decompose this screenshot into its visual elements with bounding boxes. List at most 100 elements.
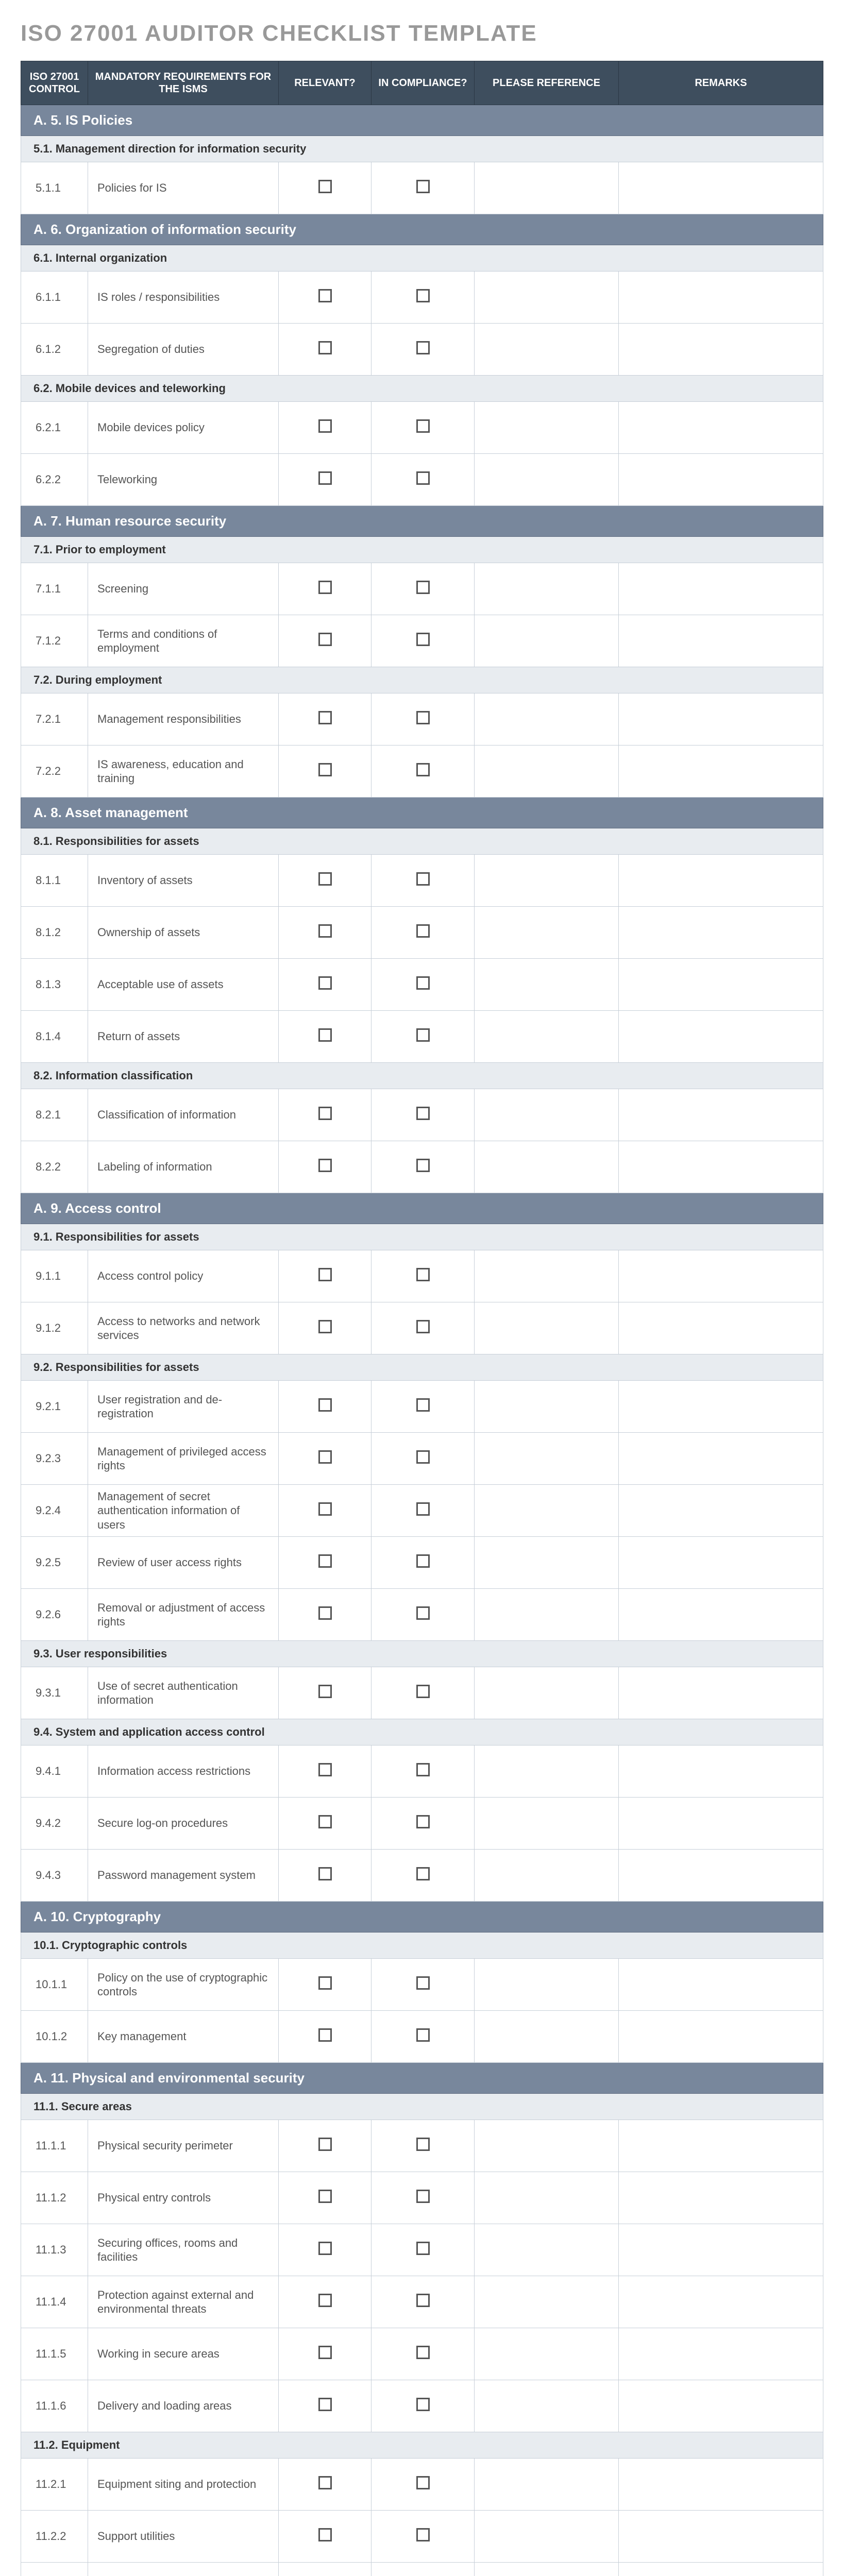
reference-cell[interactable] xyxy=(475,1589,619,1641)
relevant-checkbox[interactable] xyxy=(318,872,332,886)
remarks-cell[interactable] xyxy=(619,1537,823,1589)
compliance-checkbox[interactable] xyxy=(416,872,430,886)
relevant-checkbox[interactable] xyxy=(318,924,332,938)
remarks-cell[interactable] xyxy=(619,745,823,798)
compliance-checkbox[interactable] xyxy=(416,1398,430,1412)
compliance-checkbox[interactable] xyxy=(416,1028,430,1042)
compliance-checkbox[interactable] xyxy=(416,2028,430,2042)
remarks-cell[interactable] xyxy=(619,1141,823,1193)
compliance-checkbox[interactable] xyxy=(416,180,430,193)
relevant-checkbox[interactable] xyxy=(318,2242,332,2255)
remarks-cell[interactable] xyxy=(619,563,823,615)
reference-cell[interactable] xyxy=(475,1485,619,1537)
relevant-checkbox[interactable] xyxy=(318,2346,332,2359)
reference-cell[interactable] xyxy=(475,855,619,907)
relevant-checkbox[interactable] xyxy=(318,2138,332,2151)
reference-cell[interactable] xyxy=(475,1089,619,1141)
reference-cell[interactable] xyxy=(475,745,619,798)
reference-cell[interactable] xyxy=(475,1381,619,1433)
relevant-checkbox[interactable] xyxy=(318,1268,332,1281)
compliance-checkbox[interactable] xyxy=(416,2528,430,2541)
reference-cell[interactable] xyxy=(475,324,619,376)
remarks-cell[interactable] xyxy=(619,2011,823,2063)
relevant-checkbox[interactable] xyxy=(318,711,332,724)
compliance-checkbox[interactable] xyxy=(416,1815,430,1828)
reference-cell[interactable] xyxy=(475,1745,619,1798)
relevant-checkbox[interactable] xyxy=(318,1502,332,1516)
reference-cell[interactable] xyxy=(475,2172,619,2224)
relevant-checkbox[interactable] xyxy=(318,341,332,354)
remarks-cell[interactable] xyxy=(619,907,823,959)
reference-cell[interactable] xyxy=(475,1141,619,1193)
relevant-checkbox[interactable] xyxy=(318,2294,332,2307)
remarks-cell[interactable] xyxy=(619,1745,823,1798)
reference-cell[interactable] xyxy=(475,1250,619,1302)
compliance-checkbox[interactable] xyxy=(416,711,430,724)
compliance-checkbox[interactable] xyxy=(416,1107,430,1120)
compliance-checkbox[interactable] xyxy=(416,1502,430,1516)
relevant-checkbox[interactable] xyxy=(318,289,332,302)
relevant-checkbox[interactable] xyxy=(318,2528,332,2541)
reference-cell[interactable] xyxy=(475,162,619,214)
remarks-cell[interactable] xyxy=(619,2459,823,2511)
compliance-checkbox[interactable] xyxy=(416,581,430,594)
remarks-cell[interactable] xyxy=(619,615,823,667)
reference-cell[interactable] xyxy=(475,1011,619,1063)
compliance-checkbox[interactable] xyxy=(416,1763,430,1776)
reference-cell[interactable] xyxy=(475,2224,619,2276)
compliance-checkbox[interactable] xyxy=(416,2476,430,2489)
remarks-cell[interactable] xyxy=(619,1089,823,1141)
reference-cell[interactable] xyxy=(475,1850,619,1902)
relevant-checkbox[interactable] xyxy=(318,1159,332,1172)
remarks-cell[interactable] xyxy=(619,402,823,454)
relevant-checkbox[interactable] xyxy=(318,633,332,646)
remarks-cell[interactable] xyxy=(619,454,823,506)
remarks-cell[interactable] xyxy=(619,1667,823,1719)
relevant-checkbox[interactable] xyxy=(318,419,332,433)
compliance-checkbox[interactable] xyxy=(416,763,430,776)
compliance-checkbox[interactable] xyxy=(416,1976,430,1990)
reference-cell[interactable] xyxy=(475,2563,619,2576)
relevant-checkbox[interactable] xyxy=(318,581,332,594)
relevant-checkbox[interactable] xyxy=(318,1763,332,1776)
relevant-checkbox[interactable] xyxy=(318,1028,332,1042)
compliance-checkbox[interactable] xyxy=(416,1450,430,1464)
compliance-checkbox[interactable] xyxy=(416,2398,430,2411)
remarks-cell[interactable] xyxy=(619,1589,823,1641)
remarks-cell[interactable] xyxy=(619,2224,823,2276)
compliance-checkbox[interactable] xyxy=(416,1268,430,1281)
remarks-cell[interactable] xyxy=(619,1250,823,1302)
compliance-checkbox[interactable] xyxy=(416,924,430,938)
reference-cell[interactable] xyxy=(475,2276,619,2328)
compliance-checkbox[interactable] xyxy=(416,289,430,302)
remarks-cell[interactable] xyxy=(619,959,823,1011)
reference-cell[interactable] xyxy=(475,693,619,745)
compliance-checkbox[interactable] xyxy=(416,1159,430,1172)
relevant-checkbox[interactable] xyxy=(318,763,332,776)
remarks-cell[interactable] xyxy=(619,2563,823,2576)
compliance-checkbox[interactable] xyxy=(416,2346,430,2359)
reference-cell[interactable] xyxy=(475,402,619,454)
reference-cell[interactable] xyxy=(475,615,619,667)
reference-cell[interactable] xyxy=(475,2011,619,2063)
remarks-cell[interactable] xyxy=(619,324,823,376)
reference-cell[interactable] xyxy=(475,2328,619,2380)
reference-cell[interactable] xyxy=(475,959,619,1011)
remarks-cell[interactable] xyxy=(619,1850,823,1902)
reference-cell[interactable] xyxy=(475,1667,619,1719)
reference-cell[interactable] xyxy=(475,1798,619,1850)
remarks-cell[interactable] xyxy=(619,2380,823,2432)
relevant-checkbox[interactable] xyxy=(318,2190,332,2203)
remarks-cell[interactable] xyxy=(619,1959,823,2011)
compliance-checkbox[interactable] xyxy=(416,976,430,990)
reference-cell[interactable] xyxy=(475,1302,619,1354)
relevant-checkbox[interactable] xyxy=(318,2476,332,2489)
compliance-checkbox[interactable] xyxy=(416,633,430,646)
relevant-checkbox[interactable] xyxy=(318,976,332,990)
compliance-checkbox[interactable] xyxy=(416,1606,430,1620)
compliance-checkbox[interactable] xyxy=(416,2294,430,2307)
compliance-checkbox[interactable] xyxy=(416,1685,430,1698)
compliance-checkbox[interactable] xyxy=(416,341,430,354)
remarks-cell[interactable] xyxy=(619,855,823,907)
remarks-cell[interactable] xyxy=(619,2120,823,2172)
